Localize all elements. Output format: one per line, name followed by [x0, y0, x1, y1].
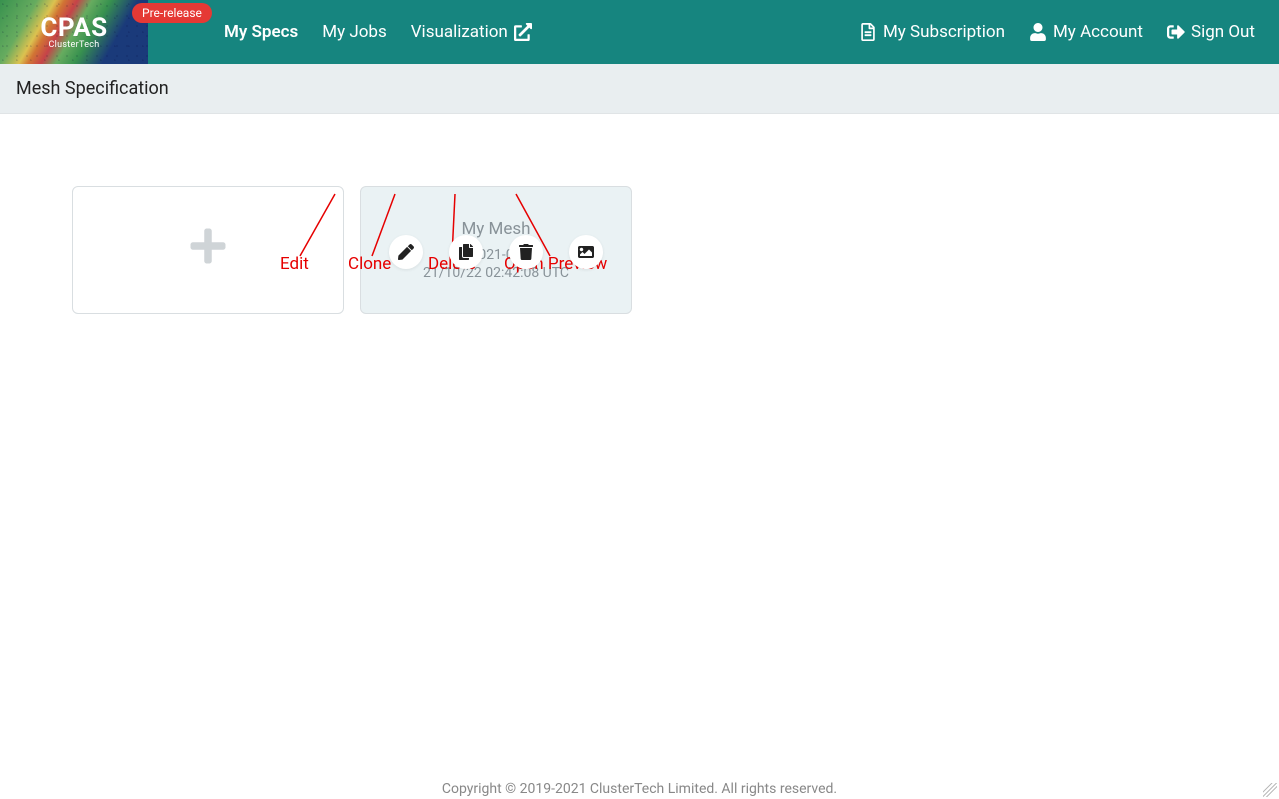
nav-visualization[interactable]: Visualization	[411, 22, 532, 42]
copy-icon	[458, 244, 474, 260]
mesh-card[interactable]: My Mesh 2021-08 21/10/22 02:42:08 UTC	[360, 186, 632, 314]
open-preview-button[interactable]	[569, 235, 603, 269]
nav-left: My Specs My Jobs Visualization	[224, 22, 532, 42]
nav-sign-out-label: Sign Out	[1191, 22, 1255, 42]
nav-my-specs[interactable]: My Specs	[224, 22, 298, 42]
invoice-icon	[859, 23, 877, 41]
top-navbar: CPAS ClusterTech Pre-release My Specs My…	[0, 0, 1279, 64]
delete-button[interactable]	[509, 235, 543, 269]
resize-grip[interactable]	[1263, 783, 1277, 797]
nav-visualization-label: Visualization	[411, 22, 508, 42]
user-icon	[1029, 23, 1047, 41]
content-area: My Mesh 2021-08 21/10/22 02:42:08 UTC Ed	[0, 114, 1279, 314]
trash-icon	[518, 244, 534, 260]
brand-logo[interactable]: CPAS ClusterTech	[0, 0, 148, 64]
pre-release-badge: Pre-release	[132, 3, 212, 23]
image-icon	[578, 244, 594, 260]
nav-sign-out[interactable]: Sign Out	[1167, 22, 1255, 42]
plus-icon	[188, 226, 228, 274]
nav-right: My Subscription My Account Sign Out	[859, 22, 1279, 42]
sign-out-icon	[1167, 23, 1185, 41]
brand-name: CPAS ClusterTech	[40, 15, 107, 50]
clone-button[interactable]	[449, 235, 483, 269]
nav-my-subscription[interactable]: My Subscription	[859, 22, 1005, 42]
nav-my-jobs[interactable]: My Jobs	[322, 22, 387, 42]
edit-button[interactable]	[389, 235, 423, 269]
pencil-icon	[398, 244, 414, 260]
mesh-card-actions	[361, 235, 631, 269]
page-title: Mesh Specification	[0, 64, 1279, 114]
new-mesh-card[interactable]	[72, 186, 344, 314]
nav-my-account-label: My Account	[1053, 22, 1143, 42]
footer-copyright: Copyright © 2019-2021 ClusterTech Limite…	[0, 781, 1279, 799]
nav-my-subscription-label: My Subscription	[883, 22, 1005, 42]
nav-my-account[interactable]: My Account	[1029, 22, 1143, 42]
external-link-icon	[514, 23, 532, 41]
